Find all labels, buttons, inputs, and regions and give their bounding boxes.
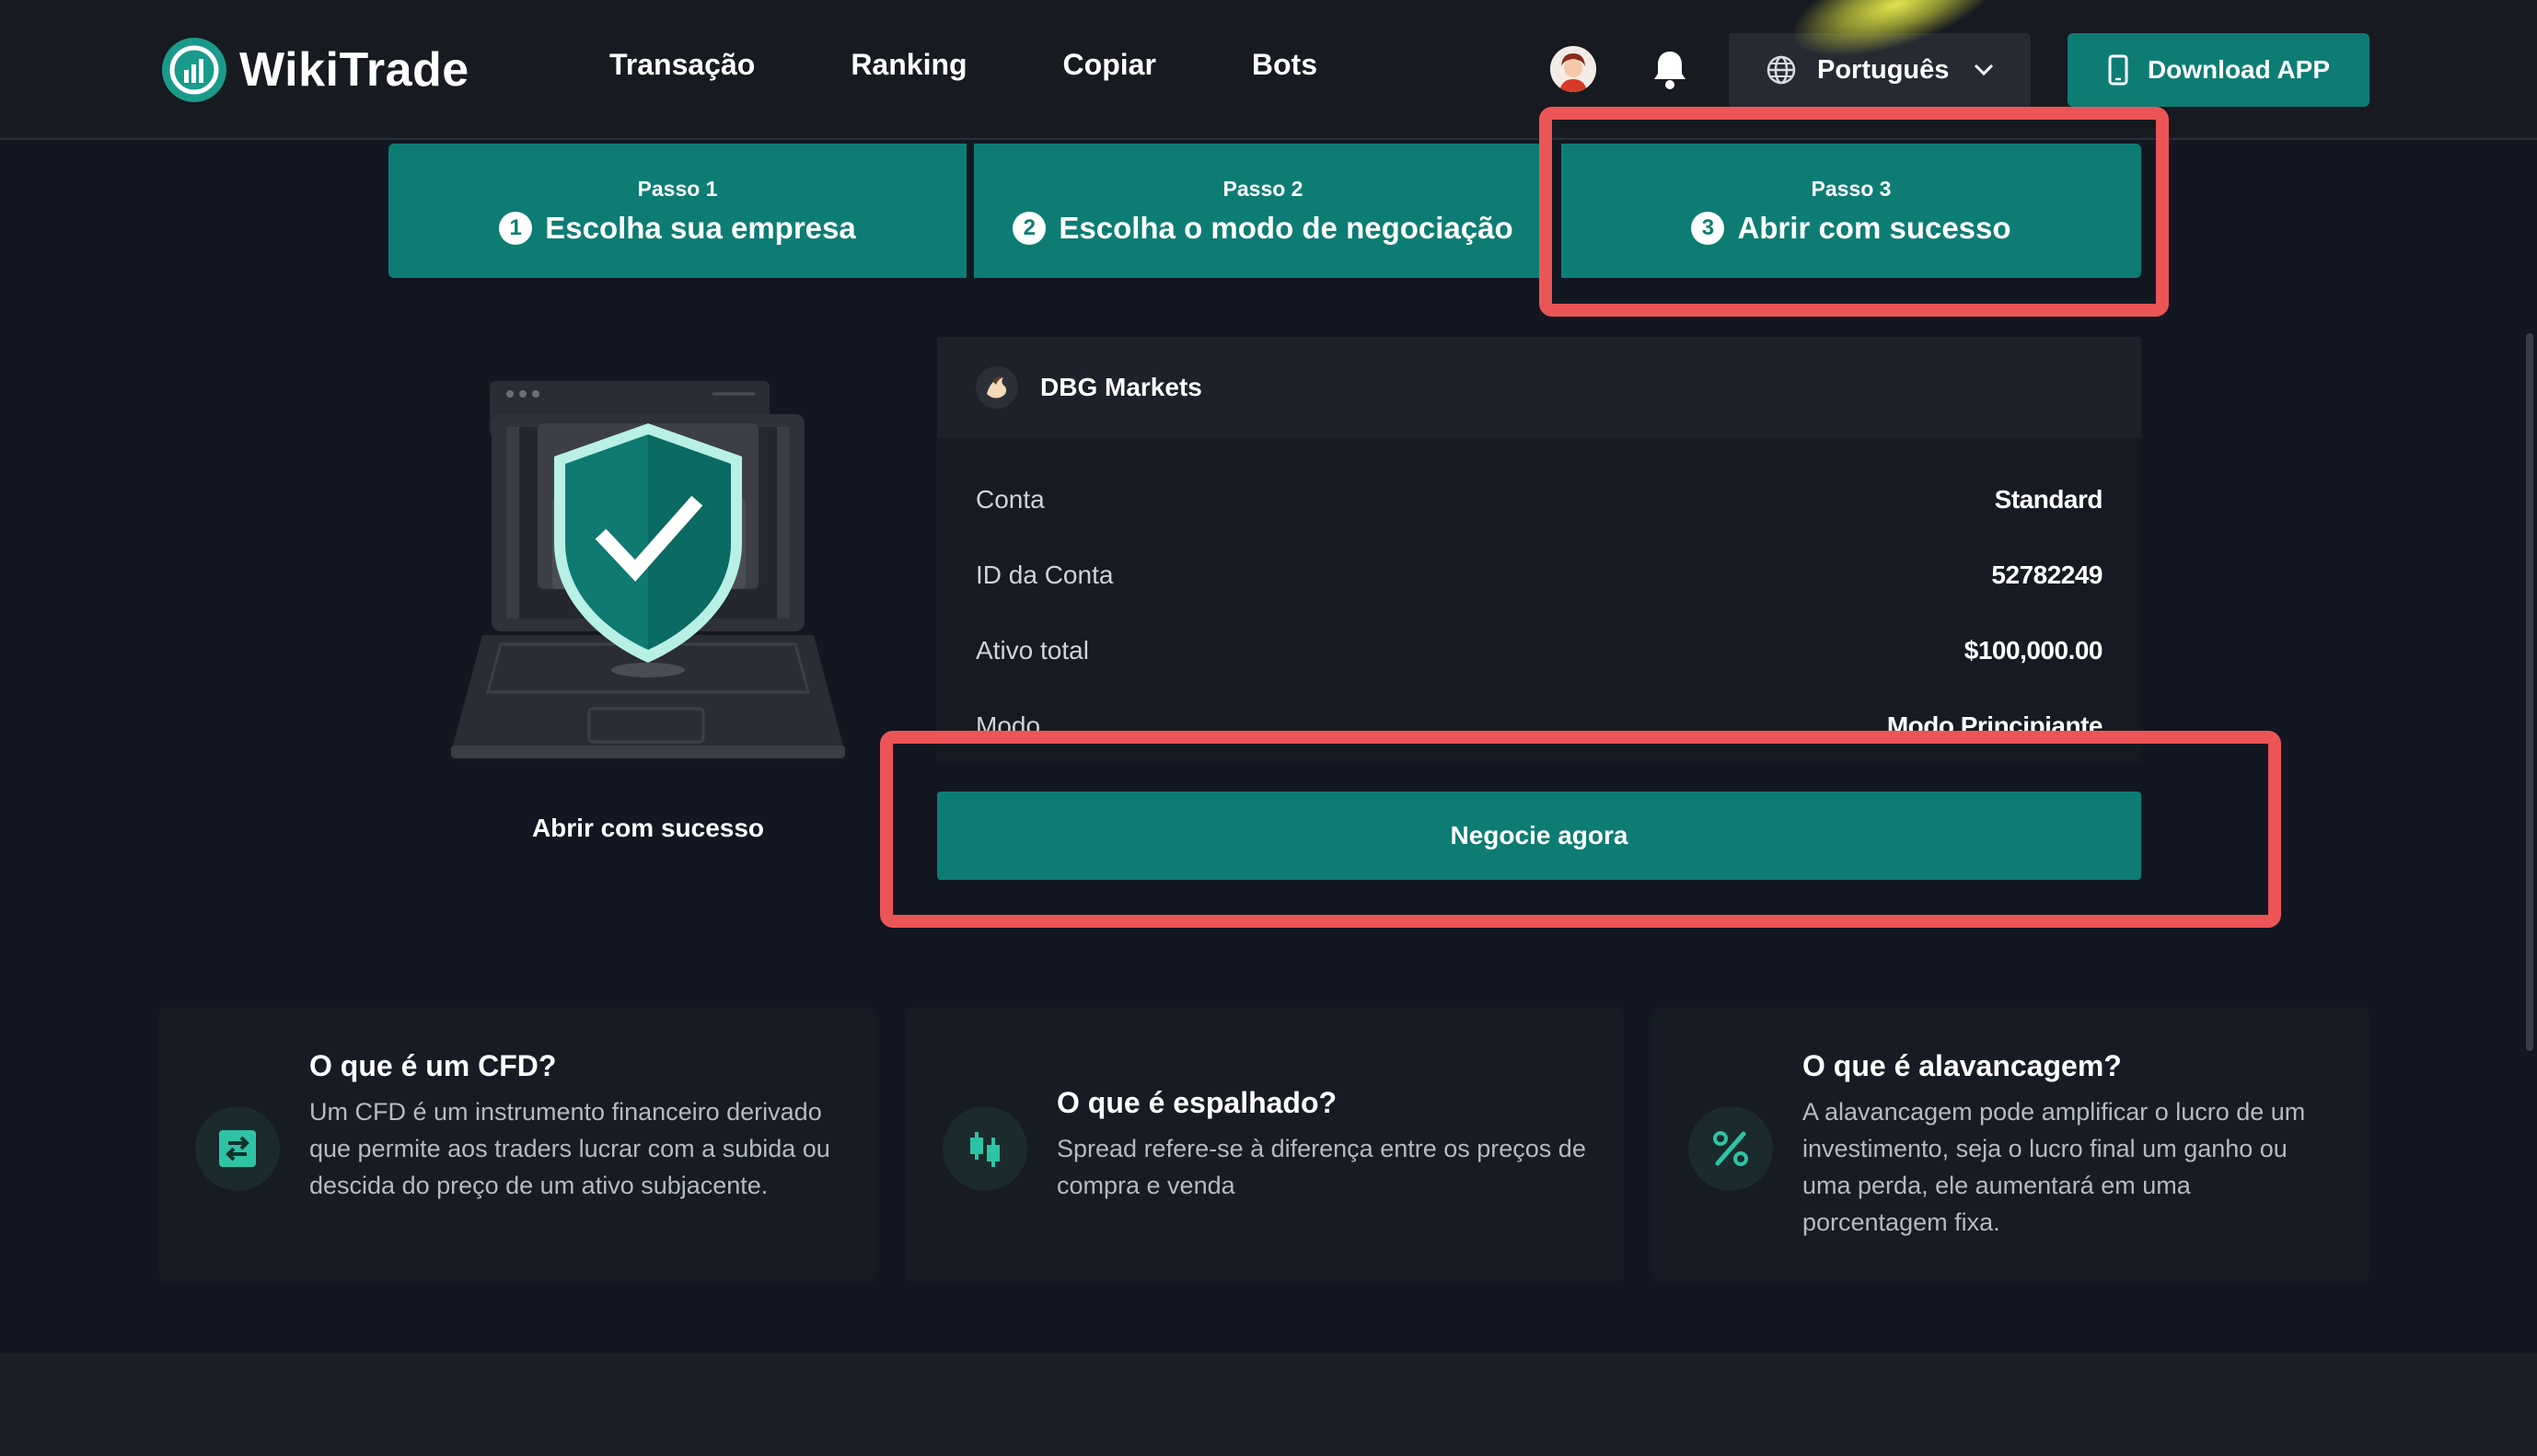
top-navbar: WikiTrade Transação Ranking Copiar Bots … [0,0,2537,140]
row-value: $100,000.00 [1964,636,2103,664]
phone-icon [2108,54,2128,86]
main-nav: Transação Ranking Copiar Bots [609,48,1413,82]
step-2-label: Escolha o modo de negociação [1059,210,1513,245]
language-label: Português [1817,54,1950,85]
card-text: Um CFD é um instrumento financeiro deriv… [309,1098,830,1199]
candlestick-icon [943,1106,1027,1191]
step-2[interactable]: Passo 2 2 Escolha o modo de negociação [974,144,1552,278]
row-label: Ativo total [976,636,1089,664]
account-row-mode: Modo Modo Principiante [976,688,2103,764]
step-3-number: 3 [1691,211,1725,245]
nav-item-bots[interactable]: Bots [1252,48,1317,82]
broker-header: DBG Markets [937,337,2141,438]
step-3-label: Abrir com sucesso [1737,210,2011,245]
chevron-down-icon [1975,64,1994,76]
success-caption: Abrir com sucesso [531,814,765,842]
info-card-cfd: O que é um CFD? Um CFD é um instrumento … [158,1007,876,1283]
info-card-spread: O que é espalhado? Spread refere-se à di… [906,1007,1624,1283]
success-illustration [446,368,851,773]
bell-icon[interactable] [1650,48,1690,90]
step-3[interactable]: Passo 3 3 Abrir com sucesso [1561,144,2141,278]
card-text: A alavancagem pode amplificar o lucro de… [1802,1098,2306,1236]
step-1-caption: Passo 1 [637,176,718,201]
row-value: Standard [1994,485,2103,514]
nav-item-copiar[interactable]: Copiar [1063,48,1156,82]
download-app-label: Download APP [2147,55,2331,84]
step-2-caption: Passo 2 [1222,176,1303,201]
step-1-label: Escolha sua empresa [545,210,856,245]
language-selector[interactable]: Português [1729,33,2031,107]
exchange-icon [195,1106,280,1191]
info-card-leverage: O que é alavancagem? A alavancagem pode … [1651,1007,2369,1283]
row-value: 52782249 [1991,560,2103,589]
nav-item-ranking[interactable]: Ranking [851,48,967,82]
wikitrade-logo[interactable]: WikiTrade [162,35,469,105]
row-value: Modo Principiante [1886,711,2103,740]
download-app-button[interactable]: Download APP [2068,33,2369,107]
page-scrollbar[interactable] [2526,333,2533,1051]
row-label: Modo [976,711,1041,740]
avatar-icon[interactable] [1550,46,1596,92]
card-title: O que é um CFD? [309,1049,557,1082]
brand-name: WikiTrade [239,43,469,97]
card-title: O que é alavancagem? [1802,1049,2122,1082]
row-label: ID da Conta [976,560,1114,589]
account-row-id: ID da Conta 52782249 [976,537,2103,613]
row-label: Conta [976,485,1045,514]
card-title: O que é espalhado? [1057,1086,1338,1119]
globe-icon [1767,55,1796,85]
percent-icon [1688,1106,1773,1191]
card-text: Spread refere-se à diferença entre os pr… [1057,1135,1586,1199]
broker-logo-icon [976,366,1018,409]
step-2-number: 2 [1013,211,1047,245]
step-1[interactable]: Passo 1 1 Escolha sua empresa [388,144,967,278]
step-3-caption: Passo 3 [1811,176,1892,201]
trade-now-button[interactable]: Negocie agora [937,792,2141,880]
step-1-number: 1 [499,211,533,245]
account-row-total-assets: Ativo total $100,000.00 [976,613,2103,688]
broker-name: DBG Markets [1040,373,1202,401]
nav-item-transacao[interactable]: Transação [609,48,755,82]
account-row-type: Conta Standard [976,462,2103,537]
footer-band [0,1353,2537,1456]
account-summary-panel: DBG Markets Conta Standard ID da Conta 5… [937,337,2141,764]
logo-icon [162,38,226,102]
